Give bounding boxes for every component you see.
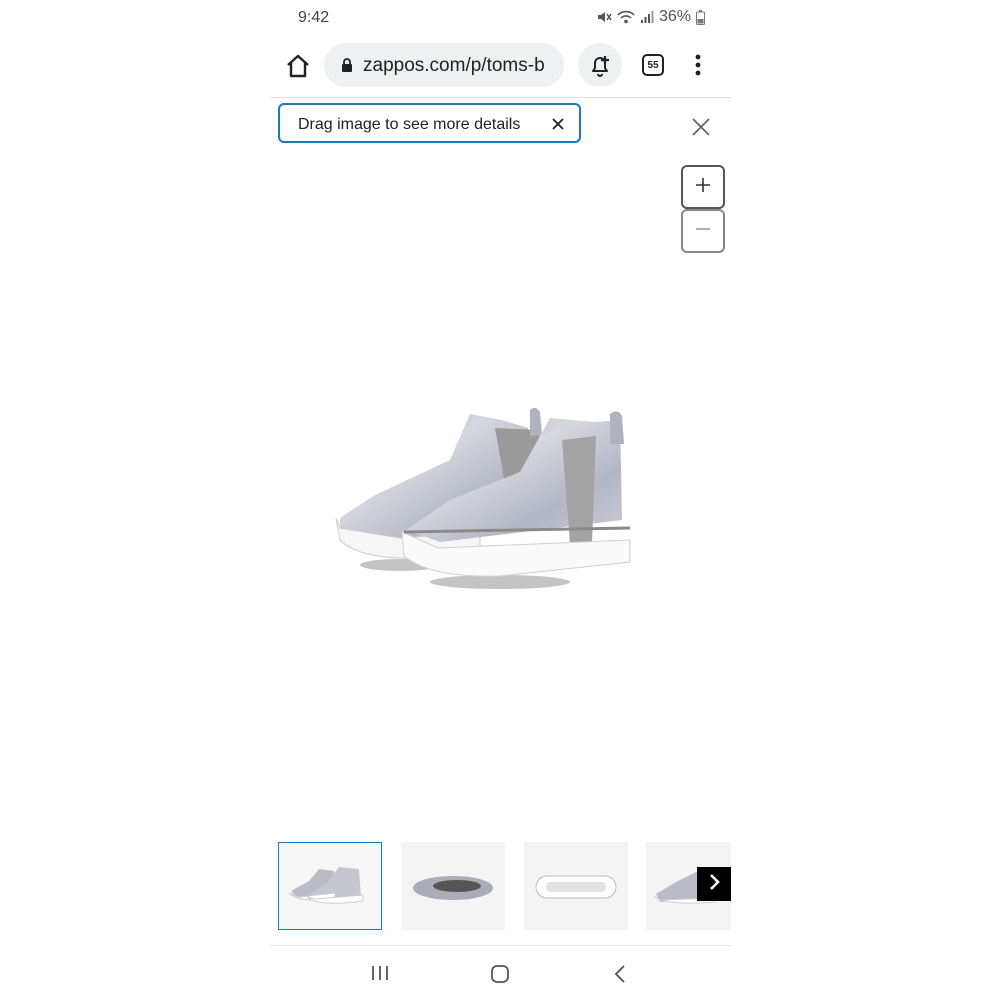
chevron-right-icon xyxy=(706,873,722,896)
battery-icon xyxy=(696,9,705,25)
bell-plus-icon xyxy=(578,56,622,91)
zoom-out-button[interactable] xyxy=(681,209,725,253)
thumb-shoe-pair xyxy=(288,867,364,904)
notify-button[interactable] xyxy=(578,43,622,87)
thumbnail-strip xyxy=(270,840,731,932)
next-thumbnail-button[interactable] xyxy=(697,867,731,901)
url-text: zappos.com/p/toms-b xyxy=(363,55,545,76)
close-icon xyxy=(691,118,711,141)
tabs-button[interactable]: 55 xyxy=(642,54,664,76)
address-bar[interactable]: zappos.com/p/toms-b xyxy=(324,43,564,87)
android-nav-bar xyxy=(270,950,731,998)
zoom-in-button[interactable] xyxy=(681,165,725,209)
browser-toolbar: zappos.com/p/toms-b 55 xyxy=(270,36,731,96)
signal-icon xyxy=(640,10,654,24)
status-time: 9:42 xyxy=(298,9,330,26)
recents-icon[interactable] xyxy=(370,964,390,987)
battery-percent: 36% xyxy=(658,8,691,25)
wifi-icon xyxy=(617,9,635,25)
tooltip-text: Drag image to see more details xyxy=(298,116,521,133)
thumbnail-2[interactable] xyxy=(401,842,505,930)
phone-screen: 9:42 36% zappos.com/p/toms-b 55 Drag ima… xyxy=(270,0,731,1000)
product-image[interactable] xyxy=(330,400,710,600)
home-circle-icon[interactable] xyxy=(490,964,510,989)
zoom-controls xyxy=(681,165,725,253)
nav-divider xyxy=(270,945,731,946)
drag-tooltip: Drag image to see more details xyxy=(278,103,581,143)
thumbnail-1[interactable] xyxy=(278,842,382,930)
thumb-shoe-top xyxy=(413,876,493,900)
home-icon xyxy=(282,54,314,86)
close-viewer-button[interactable] xyxy=(691,117,711,137)
shoe-pair-illustration xyxy=(335,407,631,589)
toolbar-divider xyxy=(270,97,731,98)
more-menu-button[interactable] xyxy=(690,52,706,78)
thumbnail-3[interactable] xyxy=(524,842,628,930)
plus-icon xyxy=(694,176,712,199)
thumb-shoe-sole xyxy=(535,875,617,899)
status-bar: 9:42 36% xyxy=(270,0,731,36)
status-icons: 36% xyxy=(596,8,705,26)
home-button[interactable] xyxy=(282,50,314,82)
minus-icon xyxy=(694,220,712,243)
lock-icon xyxy=(340,57,354,78)
tooltip-close-icon[interactable] xyxy=(551,117,565,136)
tab-count: 55 xyxy=(647,59,659,71)
mute-icon xyxy=(596,9,612,25)
more-vert-icon xyxy=(690,54,706,82)
back-icon[interactable] xyxy=(612,964,628,989)
